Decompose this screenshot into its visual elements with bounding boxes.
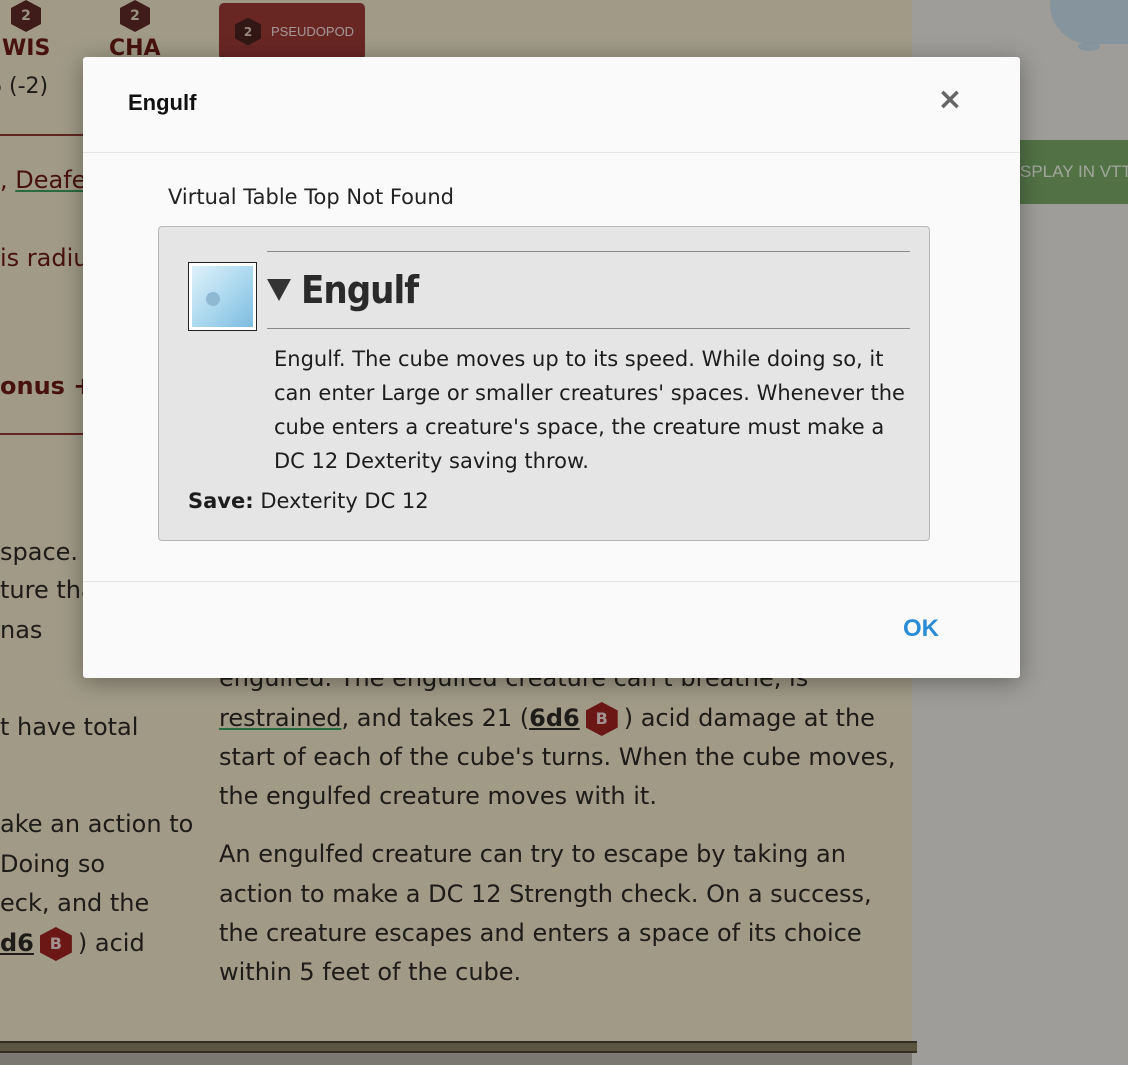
save-label: Save: <box>188 489 254 513</box>
close-icon[interactable]: × <box>935 85 965 115</box>
ability-title-row[interactable]: Engulf <box>267 251 910 329</box>
caret-down-icon[interactable] <box>267 279 291 301</box>
dialog-footer: OK <box>83 581 1020 678</box>
vtt-not-found-notice: Virtual Table Top Not Found <box>168 185 454 209</box>
engulf-dialog: Engulf × Virtual Table Top Not Found Eng… <box>83 57 1020 678</box>
ability-description: Engulf. The cube moves up to its speed. … <box>274 347 905 473</box>
ok-button[interactable]: OK <box>903 615 939 643</box>
ability-title: Engulf <box>301 268 419 312</box>
dialog-body: Virtual Table Top Not Found Engulf Engul… <box>83 153 1020 581</box>
ability-card: Engulf Engulf. The cube moves up to its … <box>158 226 930 541</box>
save-line: Save: Dexterity DC 12 <box>188 489 429 513</box>
dialog-title: Engulf <box>128 90 197 115</box>
dialog-header: Engulf × <box>83 57 1020 153</box>
save-value: Dexterity DC 12 <box>260 489 429 513</box>
gelatinous-cube-icon <box>188 262 257 331</box>
